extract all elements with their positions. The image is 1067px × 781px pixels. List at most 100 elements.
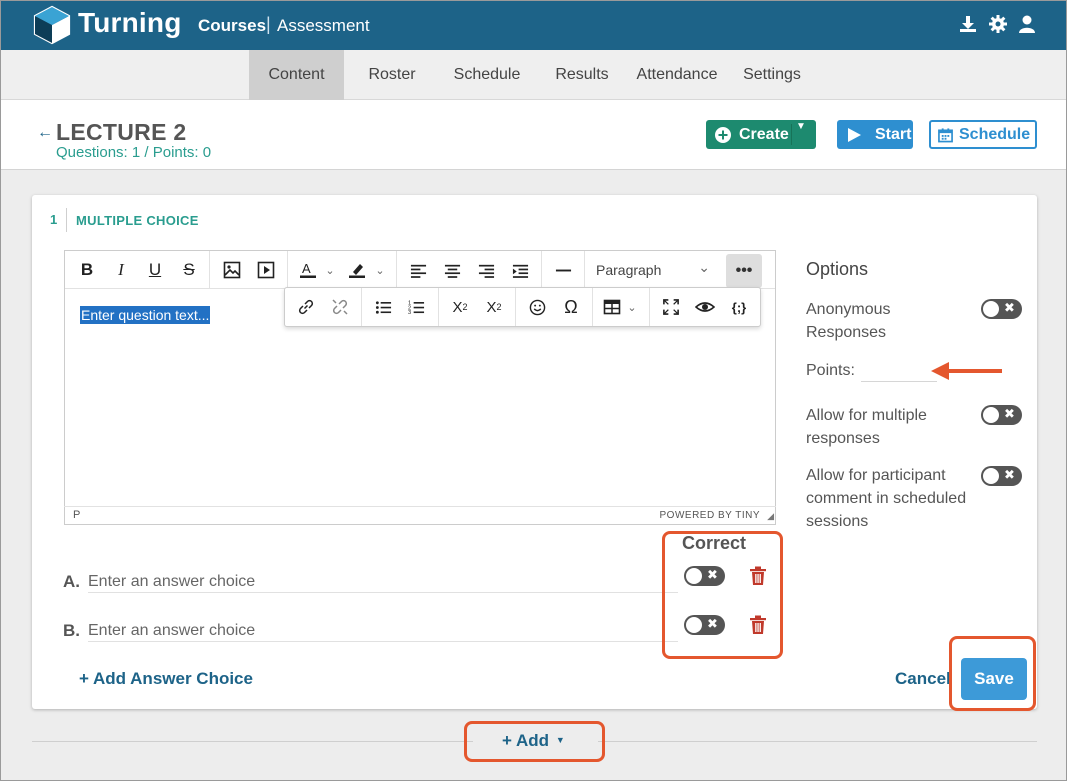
tab-settings[interactable]: Settings [739,50,805,100]
subscript-icon[interactable]: X2 [447,293,473,321]
svg-text:A: A [302,261,311,276]
user-icon[interactable] [1017,14,1037,34]
tab-content[interactable]: Content [249,50,344,100]
toolbar-divider [438,288,439,326]
bullet-list-icon[interactable] [370,293,396,321]
download-icon[interactable] [958,14,978,34]
media-icon[interactable] [253,256,279,284]
toolbar-divider [592,288,593,326]
answer-letter-a: A. [63,572,80,591]
turning-logo-icon[interactable] [32,5,72,45]
anonymous-responses-toggle[interactable]: ✖ [981,299,1022,319]
toolbar-divider [649,288,650,326]
toolbar-divider [541,251,542,289]
question-number: 1 [50,212,58,227]
save-button[interactable]: Save [961,658,1027,700]
more-tools-button[interactable]: ••• [726,254,762,288]
breadcrumb-assessment[interactable]: Assessment [277,16,370,36]
editor-toolbar-primary: B I U S A ⌄ ⌄ Paragraph ⌄ ••• [65,251,775,289]
toolbar-divider [584,251,585,289]
tab-results[interactable]: Results [548,50,616,100]
indent-icon[interactable] [507,256,533,284]
paragraph-format-label: Paragraph [596,262,662,278]
superscript-icon[interactable]: X2 [481,293,507,321]
link-icon[interactable] [293,293,319,321]
question-points-summary: Questions: 1 / Points: 0 [56,144,212,161]
toggle-off-icon: ✖ [707,616,718,631]
align-center-icon[interactable] [439,256,465,284]
text-color-icon[interactable]: A [297,256,319,284]
create-button[interactable]: Create ▼ [706,120,816,149]
chevron-down-icon: ⌄ [698,259,710,275]
unlink-icon[interactable] [327,293,353,321]
toolbar-divider [361,288,362,326]
top-bar: Turning Courses | Assessment [1,1,1066,50]
image-icon[interactable] [219,256,245,284]
paragraph-format-select[interactable]: Paragraph ⌄ [586,256,720,284]
tab-roster[interactable]: Roster [356,50,428,100]
italic-icon[interactable]: I [108,256,134,284]
points-input[interactable] [861,361,937,381]
schedule-button[interactable]: Schedule [929,120,1037,149]
highlight-dropdown-icon[interactable]: ⌄ [373,256,387,284]
cancel-button[interactable]: Cancel [895,669,951,689]
participant-comment-label: Allow for participant comment in schedul… [806,467,967,530]
toggle-off-icon: ✖ [1004,300,1015,315]
toggle-knob [686,617,702,633]
brand-name: Turning [78,7,182,38]
strikethrough-icon[interactable]: S [176,256,202,284]
question-text-placeholder[interactable]: Enter question text... [80,306,211,324]
delete-answer-a-trash-icon[interactable] [749,566,767,586]
start-button[interactable]: Start [837,120,913,149]
answer-b-correct-toggle[interactable]: ✖ [684,615,725,635]
options-heading: Options [806,259,869,279]
toolbar-divider [396,251,397,289]
fullscreen-icon[interactable] [658,293,684,321]
caret-down-icon: ▼ [555,735,565,745]
tab-schedule[interactable]: Schedule [445,50,529,100]
multiple-responses-toggle[interactable]: ✖ [981,405,1022,425]
resize-handle-icon[interactable]: ◢ [767,511,774,522]
align-left-icon[interactable] [405,256,431,284]
table-dropdown-icon[interactable]: ⌄ [625,293,639,321]
correct-column-heading: Correct [682,533,747,553]
breadcrumb-separator: | [266,14,271,34]
answer-choice-a-input[interactable] [88,571,678,593]
bold-icon[interactable]: B [74,256,100,284]
gear-icon[interactable] [988,14,1008,34]
calendar-icon [938,127,953,142]
underline-icon[interactable]: U [142,256,168,284]
answer-a-correct-toggle[interactable]: ✖ [684,566,725,586]
multiple-responses-label: Allow for multiple responses [806,407,927,447]
toolbar-divider [287,251,288,289]
emoji-icon[interactable] [524,293,550,321]
table-icon[interactable] [601,293,623,321]
page-title: LECTURE 2 [56,119,187,145]
course-nav: Content Roster Schedule Results Attendan… [1,50,1066,100]
tab-attendance[interactable]: Attendance [631,50,723,100]
numbered-list-icon[interactable]: 123 [403,293,429,321]
align-right-icon[interactable] [473,256,499,284]
back-arrow-icon[interactable]: ← [37,124,53,142]
add-content-button[interactable]: + Add ▼ [502,731,565,751]
participant-comment-toggle[interactable]: ✖ [981,466,1022,486]
create-button-label: Create [739,125,789,143]
app-window: Turning Courses | Assessment Content Ros… [0,0,1067,781]
horizontal-rule-icon[interactable] [550,256,576,284]
points-label: Points: [806,362,855,379]
code-icon[interactable]: {;} [726,293,752,321]
toggle-knob [983,468,999,484]
question-number-divider [66,208,67,232]
create-split-divider [791,124,792,145]
powered-by-tiny[interactable]: POWERED BY TINY [660,510,760,521]
breadcrumb-courses[interactable]: Courses [198,16,266,36]
delete-answer-b-trash-icon[interactable] [749,615,767,635]
toggle-off-icon: ✖ [707,567,718,582]
caret-down-icon: ▼ [796,121,806,132]
special-char-icon[interactable]: Ω [558,293,584,321]
highlight-icon[interactable] [346,256,368,284]
answer-choice-b-input[interactable] [88,620,678,642]
preview-icon[interactable] [692,293,718,321]
add-answer-choice-button[interactable]: + Add Answer Choice [79,669,253,689]
text-color-dropdown-icon[interactable]: ⌄ [323,256,337,284]
